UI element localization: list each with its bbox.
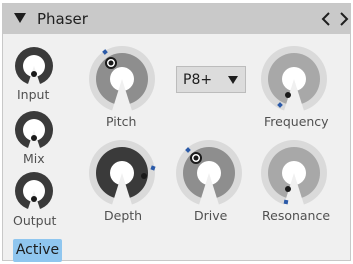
chevron-left-icon[interactable] <box>319 11 333 27</box>
frequency-label: Frequency <box>264 114 329 129</box>
triangle-down-icon <box>228 76 238 84</box>
output-knob[interactable] <box>13 170 55 212</box>
resonance-knob[interactable] <box>259 138 329 208</box>
mix-knob[interactable] <box>13 109 55 151</box>
input-label: Input <box>17 87 50 102</box>
active-toggle-label: Active <box>15 242 60 258</box>
depth-knob[interactable] <box>87 138 157 208</box>
resonance-label: Resonance <box>262 208 331 223</box>
pitch-label: Pitch <box>106 114 137 129</box>
chevron-right-icon[interactable] <box>337 11 351 27</box>
drive-label: Drive <box>194 208 228 223</box>
drive-knob[interactable] <box>174 138 244 208</box>
frequency-knob[interactable] <box>259 44 329 114</box>
depth-label: Depth <box>104 208 143 223</box>
pitch-knob[interactable] <box>87 44 157 114</box>
phaser-device: Phaser Input Mix Output Pitch P8+ Freque… <box>2 3 351 262</box>
mode-dropdown-value: P8+ <box>183 72 213 88</box>
device-title: Phaser <box>37 10 88 28</box>
device-title-bar: Phaser <box>3 4 350 34</box>
input-knob[interactable] <box>13 45 55 87</box>
mix-label: Mix <box>23 151 45 166</box>
active-toggle-button[interactable]: Active <box>13 239 62 262</box>
output-label: Output <box>13 213 57 228</box>
triangle-down-icon[interactable] <box>13 11 27 25</box>
mode-dropdown[interactable]: P8+ <box>176 66 246 93</box>
